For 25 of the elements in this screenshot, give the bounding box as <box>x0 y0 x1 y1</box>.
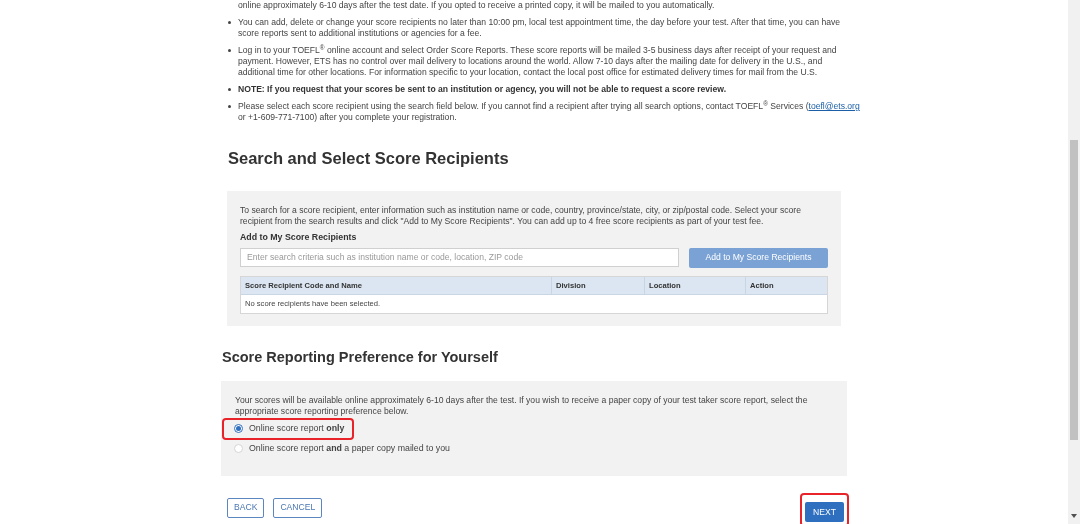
bullet-text: Please select each score recipient using the search field below. If you cannot find a recipient after trying all search options, contact TOEFL$^{®}$ Services (toefl@ets.org or +1-609-771-7100) after you complete your registration. <box>238 101 860 123</box>
bullet-icon <box>228 105 231 108</box>
section-heading: Search and Select Score Recipients <box>228 148 509 169</box>
field-label: Add to My Score Recipients <box>240 230 357 244</box>
scrollbar-thumb[interactable] <box>1070 140 1078 440</box>
bullet-text: Log in to your TOEFL$^{®}$ online account and select Order Score Reports. These score reports will be mailed 3-5 business days after receipt of your request and payment. However, ETS has no control over mail delivery to locations around the world. Allow 7-10 days after the mailing date for delivery in the U.S., and additional time for other locations. For information specific to your location, contact the local post office for estimated delivery times for mail from the U.S. <box>238 45 838 78</box>
scroll-down-icon[interactable] <box>1071 514 1077 518</box>
bullet-icon <box>228 88 231 91</box>
add-button[interactable]: Add to My Score Recipients <box>689 247 828 268</box>
nav-button[interactable]: CANCEL <box>273 497 323 518</box>
bullet-icon <box>228 49 231 52</box>
nav-button[interactable]: BACK <box>227 497 265 518</box>
section-heading: Score Reporting Preference for Yourself <box>222 347 498 367</box>
radio-button[interactable] <box>234 424 243 433</box>
radio-label: Online score report only <box>249 421 345 435</box>
instructions-text: Your scores will be available online approximately 6-10 days after the test. If you wish to receive a paper copy of your test taker score report, select the appropriate score reporting preference below. <box>235 394 809 417</box>
bullet-text: You can add, delete or change your score recipients no later than 10:00 pm, local test appointment time, the day before your test. After that time, you can have score reports sent to additional institutions or agencies for a fee. <box>238 17 842 39</box>
search-field[interactable]: Enter search criteria such as institution name or code, location, ZIP code <box>240 247 679 267</box>
nav-button[interactable]: NEXT <box>805 501 844 522</box>
radio-label: Online score report and a paper copy mailed to you <box>249 441 450 455</box>
bullet-text: online approximately 6-10 days after the test date. If you opted to receive a printed copy, it will be mailed to you automatically. <box>238 0 715 11</box>
instructions-text: To search for a score recipient, enter information such as institution name or code, country, province/state, city, or zip/postal code. Select your score recipient from the search results and click "Add to My Score Recipients". You can add up to 4 free score recipients as part of your test fee. <box>240 204 802 227</box>
bullet-text: NOTE: If you request that your scores be sent to an institution or agency, you will not be able to request a score review. <box>238 84 727 95</box>
scrollbar[interactable] <box>1068 0 1080 524</box>
bullet-icon <box>228 21 231 24</box>
